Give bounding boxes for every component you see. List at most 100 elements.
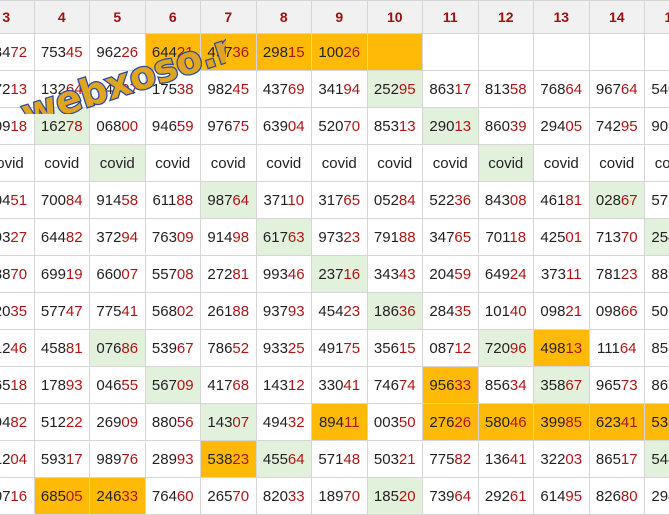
number-head: 272 <box>207 266 232 283</box>
result-cell: 75345 <box>34 34 90 71</box>
number-tail: 70 <box>10 266 27 283</box>
number-tail: 11 <box>566 266 582 283</box>
column-header-7: 7 <box>201 1 257 34</box>
result-cell: 89411 <box>312 404 368 441</box>
result-cell: 82033 <box>256 478 312 515</box>
result-cell: 76309 <box>145 219 201 256</box>
number-tail: 33 <box>121 488 138 505</box>
table-row: 83472753459622664421497362981510026 <box>0 34 669 71</box>
number-head: 700 <box>41 192 66 209</box>
result-cell <box>645 34 669 71</box>
number-head: 265 <box>0 377 10 394</box>
result-cell: covid <box>34 145 90 182</box>
number-tail: 94 <box>343 81 360 98</box>
result-cell <box>589 34 645 71</box>
result-cell: covid <box>645 145 669 182</box>
table-row: 3948251222269098805614307494328941100350… <box>0 404 669 441</box>
result-cell: covid <box>145 145 201 182</box>
number-head: 341 <box>318 81 343 98</box>
number-tail: 43 <box>399 266 416 283</box>
result-cell: 37294 <box>90 219 146 256</box>
number-tail: 70 <box>232 488 249 505</box>
number-tail: 84 <box>399 192 416 209</box>
number-tail: 73 <box>621 377 638 394</box>
number-head: 186 <box>374 303 399 320</box>
number-head: 907 <box>0 488 10 505</box>
result-cell: 04997 <box>90 71 146 108</box>
number-tail: 65 <box>454 229 471 246</box>
number-tail: 39 <box>510 118 527 135</box>
number-head: 347 <box>429 229 454 246</box>
number-head: 685 <box>41 488 66 505</box>
result-cell: 25295 <box>367 71 423 108</box>
result-cell: 14312 <box>256 367 312 404</box>
number-head: 699 <box>41 266 66 283</box>
result-cell: 37110 <box>256 182 312 219</box>
number-tail: 16 <box>10 488 27 505</box>
number-tail: 60 <box>177 488 194 505</box>
result-cell: 34765 <box>423 219 479 256</box>
number-head: 276 <box>429 414 454 431</box>
number-tail: 55 <box>121 377 138 394</box>
number-head: 494 <box>263 414 288 431</box>
number-tail: 64 <box>454 488 471 505</box>
number-head: 068 <box>96 118 121 135</box>
number-tail: 40 <box>510 303 527 320</box>
number-head: 577 <box>41 303 66 320</box>
result-cell: 35615 <box>367 330 423 367</box>
number-head: 660 <box>96 266 121 283</box>
number-head: 437 <box>263 81 288 98</box>
number-tail: 95 <box>399 81 416 98</box>
result-cell: 52236 <box>423 182 479 219</box>
column-header-6: 6 <box>145 1 201 34</box>
number-head: 956 <box>429 377 454 394</box>
number-head: 720 <box>485 340 510 357</box>
number-tail: 61 <box>510 488 527 505</box>
result-cell: 31765 <box>312 182 368 219</box>
number-tail: 78 <box>66 118 83 135</box>
result-cell: 71370 <box>589 219 645 256</box>
result-cell: 59317 <box>34 441 90 478</box>
number-head: 713 <box>596 229 621 246</box>
result-cell: 54045 <box>645 71 669 108</box>
result-cell: 57747 <box>34 293 90 330</box>
number-head: 567 <box>152 377 177 394</box>
number-head: 834 <box>0 44 10 61</box>
number-head: 712 <box>0 340 10 357</box>
number-tail: 46 <box>288 266 305 283</box>
number-tail: 45 <box>66 44 83 61</box>
number-head: 860 <box>485 118 510 135</box>
column-header-5: 5 <box>90 1 146 34</box>
number-head: 284 <box>429 303 454 320</box>
number-tail: 81 <box>66 340 83 357</box>
result-cell: 81204 <box>0 441 34 478</box>
number-head: 458 <box>41 340 66 357</box>
result-cell: 34343 <box>367 256 423 293</box>
number-tail: 25 <box>288 340 305 357</box>
number-tail: 95 <box>621 118 638 135</box>
number-head: 237 <box>318 266 343 283</box>
number-head: 742 <box>596 118 621 135</box>
table-row: 1932764482372947630991498617639732379188… <box>0 219 669 256</box>
number-head: 617 <box>263 229 288 246</box>
number-head: 858 <box>651 340 669 357</box>
number-tail: 74 <box>399 377 416 394</box>
number-tail: 15 <box>399 340 416 357</box>
result-cell: 57213 <box>0 71 34 108</box>
result-cell: covid <box>90 145 146 182</box>
number-head: 522 <box>429 192 454 209</box>
result-cell: 85634 <box>478 367 534 404</box>
number-tail: 21 <box>399 451 416 468</box>
result-cell <box>423 34 479 71</box>
result-cell: 72096 <box>478 330 534 367</box>
result-cell: 69919 <box>34 256 90 293</box>
result-cell: 29405 <box>534 108 590 145</box>
result-cell: 29013 <box>423 108 479 145</box>
result-cell: 26518 <box>0 367 34 404</box>
number-head: 843 <box>485 192 510 209</box>
result-cell: covid <box>367 145 423 182</box>
number-head: 087 <box>429 340 454 357</box>
result-cell: 64482 <box>34 219 90 256</box>
number-tail: 46 <box>10 340 27 357</box>
number-head: 962 <box>96 44 121 61</box>
